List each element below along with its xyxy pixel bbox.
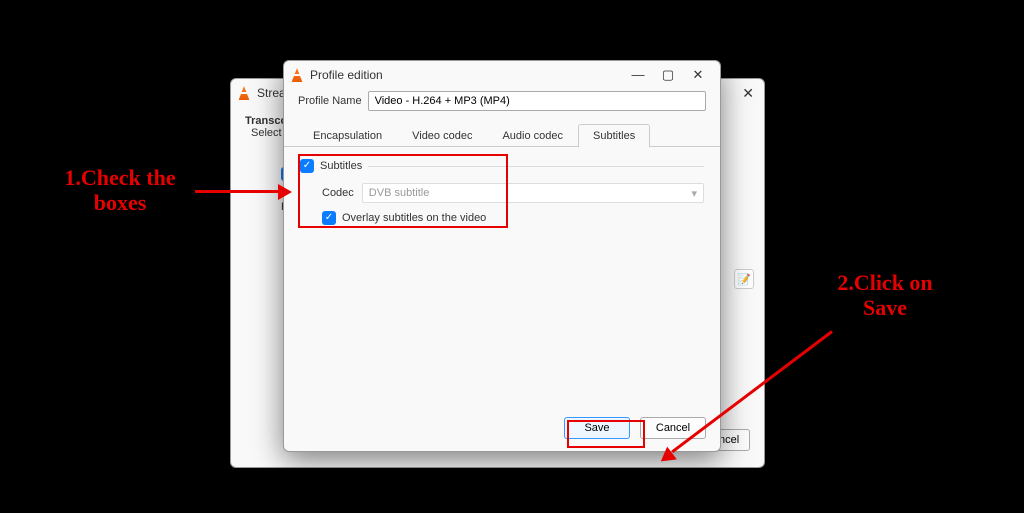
- profile-title: Profile edition: [310, 68, 383, 82]
- subtitles-panel: Subtitles Codec DVB subtitle ▾ Overlay s…: [284, 147, 720, 237]
- close-icon[interactable]: ✕: [742, 85, 754, 102]
- subtitles-group-row: Subtitles: [300, 159, 704, 173]
- overlay-label: Overlay subtitles on the video: [342, 212, 486, 224]
- tab-audio-codec[interactable]: Audio codec: [487, 124, 578, 147]
- subtitles-label: Subtitles: [320, 160, 362, 172]
- vlc-icon: [290, 68, 304, 82]
- minimize-icon[interactable]: —: [630, 67, 646, 83]
- subtitles-checkbox[interactable]: [300, 159, 314, 173]
- overlay-checkbox[interactable]: [322, 211, 336, 225]
- annotation-text-1: 1.Check the boxes: [45, 165, 195, 216]
- overlay-row: Overlay subtitles on the video: [322, 211, 704, 225]
- tab-encapsulation[interactable]: Encapsulation: [298, 124, 397, 147]
- save-button[interactable]: Save: [564, 417, 630, 439]
- close-icon[interactable]: ✕: [690, 67, 706, 83]
- tab-bar: Encapsulation Video codec Audio codec Su…: [284, 117, 720, 147]
- codec-row: Codec DVB subtitle ▾: [322, 183, 704, 203]
- profile-name-input[interactable]: [368, 91, 706, 111]
- window-controls: — ▢ ✕: [630, 67, 714, 83]
- divider: [368, 166, 704, 167]
- vlc-icon: [237, 86, 251, 100]
- dialog-buttons: Save Cancel: [564, 417, 706, 439]
- stream-title: Strea: [257, 86, 286, 100]
- codec-value: DVB subtitle: [369, 187, 430, 199]
- profile-edition-window: Profile edition — ▢ ✕ Profile Name Encap…: [283, 60, 721, 452]
- cancel-button[interactable]: Cancel: [640, 417, 706, 439]
- profile-name-label: Profile Name: [298, 95, 362, 107]
- profile-titlebar: Profile edition — ▢ ✕: [284, 61, 720, 89]
- codec-select[interactable]: DVB subtitle ▾: [362, 183, 704, 203]
- tab-video-codec[interactable]: Video codec: [397, 124, 487, 147]
- maximize-icon[interactable]: ▢: [660, 67, 676, 83]
- chevron-down-icon: ▾: [691, 187, 697, 200]
- codec-label: Codec: [322, 187, 354, 199]
- profile-name-row: Profile Name: [284, 89, 720, 117]
- edit-profile-button[interactable]: 📝: [734, 269, 754, 289]
- annotation-text-2: 2.Click on Save: [825, 270, 945, 321]
- tab-subtitles[interactable]: Subtitles: [578, 124, 650, 147]
